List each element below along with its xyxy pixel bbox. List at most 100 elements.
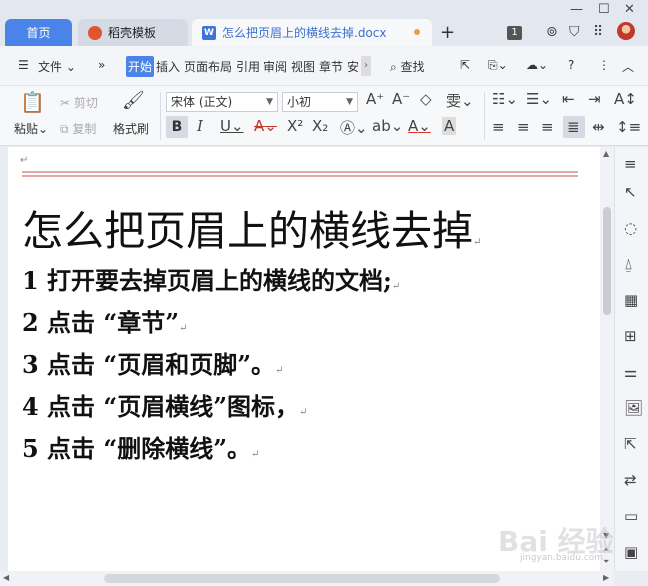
writer-doc-icon: W (202, 25, 216, 40)
font-color-button[interactable]: A⌄ (408, 117, 431, 135)
format-painter-button[interactable]: 格式刷 (113, 120, 149, 137)
text-effects-icon[interactable]: Ⓐ⌄ (340, 117, 368, 138)
superscript-button[interactable]: X² (287, 117, 303, 135)
align-center-icon[interactable]: ≡ (517, 118, 530, 136)
search-button[interactable]: ⌕ 查找 (390, 58, 425, 75)
decrease-indent-icon[interactable]: ⇤ (562, 90, 575, 108)
more-options-icon[interactable]: ⋮ (598, 58, 610, 72)
char-shading-icon[interactable]: A (442, 117, 457, 135)
line-spacing-icon[interactable]: ↕≡ (616, 118, 641, 136)
paste-button[interactable]: 粘贴⌄ (14, 120, 48, 137)
tab-daoke-templates[interactable]: 稻壳模板 (78, 19, 188, 46)
tab-start[interactable]: 开始 (126, 56, 155, 77)
translate-icon[interactable]: ⇄ (624, 471, 637, 489)
align-right-icon[interactable]: ≡ (541, 118, 554, 136)
tab-review[interactable]: 审阅 (263, 58, 287, 75)
gallery-icon[interactable]: ▣ (624, 543, 638, 561)
strikethrough-button[interactable]: A⌄ (254, 117, 277, 135)
document-title[interactable]: 怎么把页眉上的横线去掉↵ (22, 197, 481, 257)
numbered-list-icon[interactable]: ☰⌄ (526, 90, 552, 108)
copy-button[interactable]: ⧉ 复制 (60, 120, 96, 137)
shrink-font-icon[interactable]: A⁻ (392, 90, 410, 108)
document-page[interactable]: ↵ 怎么把页眉上的横线去掉↵ 1 打开要去掉页眉上的横线的文档;↵ 2 点击 “… (8, 147, 600, 571)
menu-file[interactable]: 文件 ⌄ (38, 58, 76, 75)
vertical-scroll-thumb[interactable] (603, 207, 611, 315)
minimize-button[interactable]: — (570, 2, 583, 17)
bold-button[interactable]: B (166, 116, 188, 138)
header-line[interactable] (22, 175, 578, 177)
comment-icon[interactable]: ⎘⌄ (488, 58, 508, 73)
tab-document[interactable]: W 怎么把页眉上的横线去掉.docx (192, 19, 432, 46)
tab-references[interactable]: 引用 (236, 58, 260, 75)
tab-view[interactable]: 视图 (291, 58, 315, 75)
header-line[interactable] (22, 171, 578, 173)
tab-insert[interactable]: 插入 (156, 58, 180, 75)
horizontal-scroll-thumb[interactable] (104, 574, 500, 583)
underline-button[interactable]: U⌄ (220, 117, 244, 135)
paste-icon[interactable]: 📋 (20, 90, 45, 114)
more-tabs-arrow-icon[interactable]: › (361, 56, 371, 76)
daoke-logo-icon (88, 25, 102, 40)
chevron-down-icon: ▼ (266, 97, 273, 107)
cut-button[interactable]: ✂ 剪切 (60, 94, 98, 111)
grow-font-icon[interactable]: A⁺ (366, 90, 384, 108)
apps-icon[interactable]: ⊞ (624, 327, 637, 345)
distribute-icon[interactable]: ⇹ (592, 118, 605, 136)
pinyin-guide-icon[interactable]: 雯⌄ (446, 90, 474, 111)
collapse-panel-icon[interactable]: ≡ (624, 155, 637, 173)
document-line-text: 3 点击 “页眉和页脚”。 (22, 350, 276, 379)
clear-format-icon[interactable]: ◇ (420, 90, 432, 108)
settings-icon[interactable]: ⚌ (624, 363, 637, 381)
document-line[interactable]: 1 打开要去掉页眉上的横线的文档;↵ (22, 261, 400, 296)
maximize-button[interactable]: ☐ (598, 2, 610, 17)
increase-indent-icon[interactable]: ⇥ (588, 90, 601, 108)
apps-grid-icon[interactable]: ⠿ (593, 24, 603, 40)
scroll-right-icon[interactable]: ▶ (603, 573, 609, 582)
vertical-scrollbar[interactable]: ▲ ▼ ⏶ ⏷ (600, 147, 614, 571)
share-icon[interactable]: ⇱ (460, 58, 470, 72)
scroll-left-icon[interactable]: ◀ (3, 573, 9, 582)
highlight-icon[interactable]: ab⌄ (372, 117, 403, 135)
tab-page-layout[interactable]: 页面布局 (184, 58, 232, 75)
shapes-icon[interactable]: ◌ (624, 219, 637, 237)
select-icon[interactable]: ↖ (624, 183, 637, 201)
paragraph-mark-icon: ↵ (20, 155, 29, 166)
expand-toolbar-icon[interactable]: » (98, 58, 105, 72)
paragraph-mark-icon: ↵ (275, 365, 284, 376)
window-count-badge[interactable]: 1 (507, 26, 522, 40)
tab-home[interactable]: 首页 (5, 19, 72, 46)
archive-icon[interactable]: ▭ (624, 507, 638, 525)
hamburger-menu-icon[interactable]: ☰ (18, 58, 29, 72)
subscript-button[interactable]: X₂ (312, 117, 328, 135)
skin-icon[interactable]: ⛉ (569, 24, 580, 40)
document-line[interactable]: 4 点击 “页眉横线”图标，↵ (22, 387, 307, 422)
bullet-list-icon[interactable]: ☷⌄ (492, 90, 518, 108)
table-icon[interactable]: ▦ (624, 291, 638, 309)
document-line[interactable]: 3 点击 “页眉和页脚”。↵ (22, 345, 283, 380)
share-icon[interactable]: ⇱ (624, 435, 637, 453)
paragraph-mark-icon: ↵ (391, 281, 401, 292)
document-line[interactable]: 5 点击 “删除横线”。↵ (22, 429, 259, 464)
new-tab-button[interactable]: + (440, 22, 455, 43)
document-line[interactable]: 2 点击 “章节”↵ (22, 303, 187, 338)
image-icon[interactable]: 🖼 (624, 399, 643, 417)
tab-sections[interactable]: 章节 (319, 58, 343, 75)
align-left-icon[interactable]: ≡ (492, 118, 505, 136)
font-name-select[interactable]: 宋体 (正文) ▼ (166, 92, 278, 112)
document-line-text: 2 点击 “章节” (22, 308, 180, 337)
collapse-ribbon-icon[interactable]: ︿ (622, 58, 634, 75)
format-painter-icon[interactable]: 🖌 (122, 90, 145, 111)
avatar[interactable] (617, 22, 635, 40)
tab-security[interactable]: 安 (347, 58, 359, 75)
scroll-up-icon[interactable]: ▲ (603, 149, 609, 158)
text-direction-icon[interactable]: A↕ (614, 90, 637, 108)
style-icon[interactable]: ⍙ (624, 255, 633, 273)
close-button[interactable]: ✕ (624, 2, 635, 17)
help-icon[interactable]: ? (568, 58, 574, 72)
sync-icon[interactable]: ⊚ (546, 24, 558, 40)
font-size-select[interactable]: 小初 ▼ (282, 92, 358, 112)
italic-button[interactable]: I (197, 117, 203, 135)
horizontal-scrollbar[interactable]: ◀ ▶ (0, 571, 614, 586)
cloud-status-icon[interactable]: ☁⌄ (526, 58, 548, 72)
document-line-text: 5 点击 “删除横线”。 (22, 434, 252, 463)
